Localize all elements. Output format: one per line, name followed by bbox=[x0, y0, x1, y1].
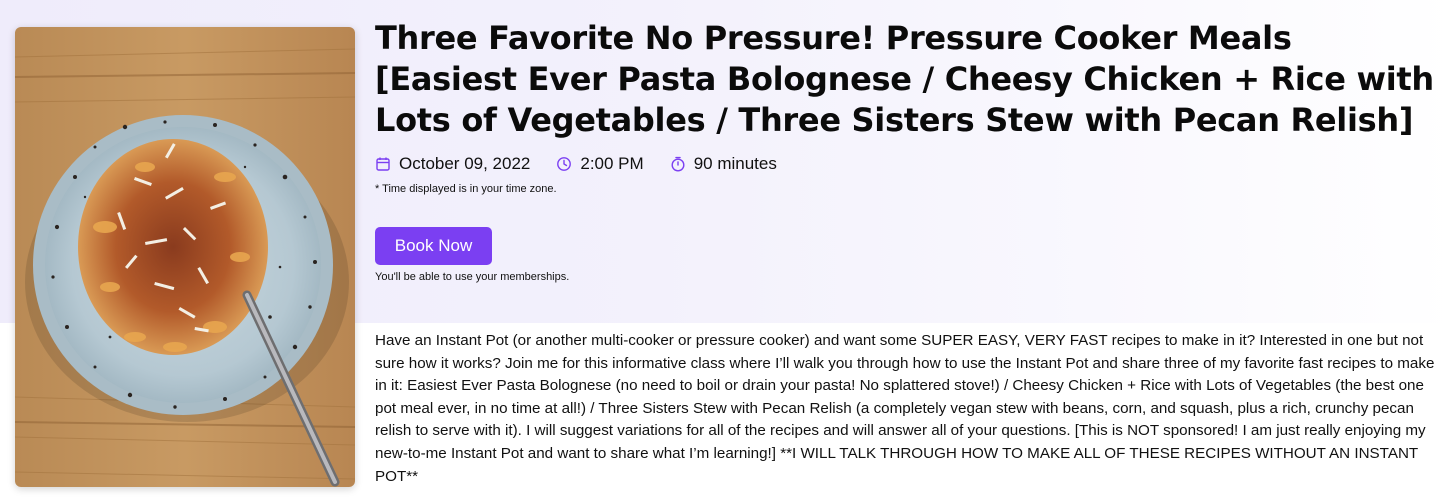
event-duration-text: 90 minutes bbox=[693, 154, 777, 173]
event-date-text: October 09, 2022 bbox=[399, 154, 531, 173]
event-duration: 90 minutes bbox=[670, 154, 777, 174]
event-time-text: 2:00 PM bbox=[580, 154, 644, 173]
event-description: Have an Instant Pot (or another multi-co… bbox=[375, 332, 1435, 485]
stopwatch-icon bbox=[671, 156, 685, 172]
book-now-button[interactable]: Book Now bbox=[375, 227, 492, 265]
clock-icon bbox=[557, 157, 572, 171]
membership-note: You'll be able to use your memberships. bbox=[375, 271, 570, 283]
event-time: 2:00 PM bbox=[556, 154, 644, 174]
event-meta: October 09, 2022 2:00 PM 90 minutes bbox=[375, 152, 803, 176]
calendar-icon bbox=[376, 157, 390, 171]
event-date: October 09, 2022 bbox=[375, 154, 530, 174]
event-photo bbox=[15, 27, 355, 487]
event-title: Three Favorite No Pressure! Pressure Coo… bbox=[375, 19, 1434, 139]
timezone-note: * Time displayed is in your time zone. bbox=[375, 183, 557, 195]
